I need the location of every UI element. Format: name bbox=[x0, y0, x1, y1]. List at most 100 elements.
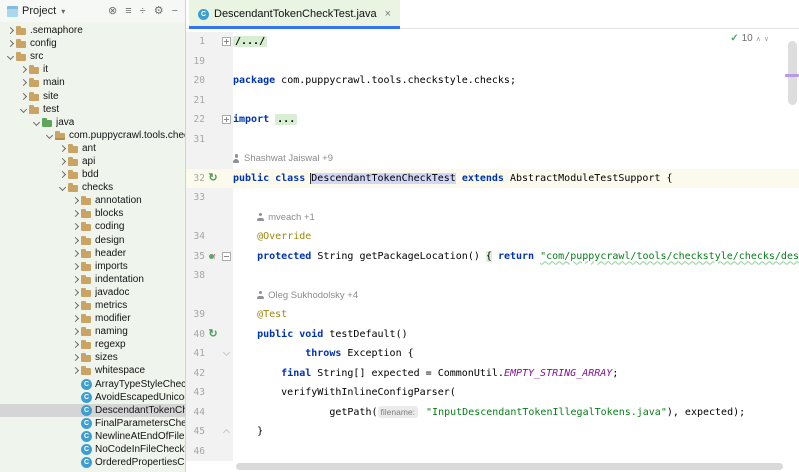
chevron-right-icon[interactable] bbox=[18, 91, 28, 101]
tree-item[interactable]: api bbox=[0, 155, 185, 168]
tree-item[interactable]: blocks bbox=[0, 207, 185, 220]
code-line[interactable]: 33 bbox=[186, 188, 799, 208]
close-tab-icon[interactable]: × bbox=[385, 8, 391, 20]
gutter[interactable]: 40↻ bbox=[186, 325, 233, 345]
overriding-method-icon[interactable]: ↑ bbox=[205, 252, 221, 261]
code-line[interactable]: 35↑ protected String getPackageLocation(… bbox=[186, 247, 799, 267]
run-test-icon[interactable]: ↻ bbox=[205, 173, 221, 184]
tree-item[interactable]: metrics bbox=[0, 299, 185, 312]
code-line[interactable]: 20package com.puppycrawl.tools.checkstyl… bbox=[186, 71, 799, 91]
tree-item[interactable]: design bbox=[0, 234, 185, 247]
tree-item[interactable]: modifier bbox=[0, 312, 185, 325]
chevron-right-icon[interactable] bbox=[18, 65, 28, 75]
code-line[interactable]: 40↻ public void testDefault() bbox=[186, 325, 799, 345]
tree-item[interactable]: imports bbox=[0, 260, 185, 273]
gutter[interactable]: 33 bbox=[186, 188, 233, 208]
gutter[interactable]: 43 bbox=[186, 383, 233, 403]
gutter[interactable]: 34 bbox=[186, 227, 233, 247]
code-line[interactable]: 21 bbox=[186, 91, 799, 111]
chevron-down-icon[interactable] bbox=[57, 183, 67, 193]
chevron-right-icon[interactable] bbox=[70, 235, 80, 245]
tree-item[interactable]: naming bbox=[0, 325, 185, 338]
fold-expand-icon[interactable] bbox=[222, 37, 231, 46]
tree-item[interactable]: src bbox=[0, 50, 185, 63]
chevron-right-icon[interactable] bbox=[5, 39, 15, 49]
horizontal-scrollbar[interactable] bbox=[236, 463, 783, 470]
code-line[interactable]: 19 bbox=[186, 52, 799, 72]
tree-item[interactable]: java bbox=[0, 116, 185, 129]
chevron-right-icon[interactable] bbox=[70, 222, 80, 232]
chevron-right-icon[interactable] bbox=[57, 143, 67, 153]
code-line[interactable]: 1/.../ bbox=[186, 32, 799, 52]
tree-item[interactable]: site bbox=[0, 89, 185, 102]
tree-item[interactable]: it bbox=[0, 63, 185, 76]
chevron-right-icon[interactable] bbox=[70, 261, 80, 271]
code-line[interactable]: 38 bbox=[186, 266, 799, 286]
chevron-right-icon[interactable] bbox=[70, 340, 80, 350]
tree-item[interactable]: header bbox=[0, 247, 185, 260]
chevron-down-icon[interactable] bbox=[44, 130, 54, 140]
gutter[interactable]: 39 bbox=[186, 305, 233, 325]
code-author-annotation[interactable]: Shashwat Jaiswal +9 bbox=[186, 149, 799, 169]
expand-all-icon[interactable]: ÷ bbox=[140, 6, 146, 17]
chevron-right-icon[interactable] bbox=[57, 156, 67, 166]
tree-item[interactable]: NewlineAtEndOfFileCheckTest bbox=[0, 430, 185, 443]
gutter[interactable]: 31 bbox=[186, 130, 233, 150]
project-tree[interactable]: .semaphoreconfigsrcitmainsitetestjavacom… bbox=[0, 22, 185, 472]
chevron-right-icon[interactable] bbox=[18, 78, 28, 88]
gutter[interactable]: 45 bbox=[186, 422, 233, 442]
tree-item[interactable]: bdd bbox=[0, 168, 185, 181]
code-line[interactable]: 34 @Override bbox=[186, 227, 799, 247]
code-author-annotation[interactable]: mveach +1 bbox=[186, 208, 799, 228]
chevron-right-icon[interactable] bbox=[70, 287, 80, 297]
gutter[interactable]: 38 bbox=[186, 266, 233, 286]
code-line[interactable]: 46 bbox=[186, 442, 799, 462]
chevron-right-icon[interactable] bbox=[70, 327, 80, 337]
tree-item[interactable]: DescendantTokenCheckTest bbox=[0, 404, 185, 417]
tree-item[interactable]: checks bbox=[0, 181, 185, 194]
code-author-annotation[interactable]: Oleg Sukhodolsky +4 bbox=[186, 286, 799, 306]
tree-item[interactable]: OrderedPropertiesCheckTest bbox=[0, 456, 185, 469]
code-line[interactable]: 22import ... bbox=[186, 110, 799, 130]
chevron-right-icon[interactable] bbox=[70, 248, 80, 258]
fold-range-icon[interactable] bbox=[222, 427, 231, 436]
prev-problem-icon[interactable]: ∧ bbox=[756, 35, 761, 43]
chevron-down-icon[interactable] bbox=[31, 117, 41, 127]
fold-range-icon[interactable] bbox=[222, 349, 231, 358]
code-editor[interactable]: 1/.../1920package com.puppycrawl.tools.c… bbox=[186, 29, 799, 472]
gutter[interactable]: 35↑ bbox=[186, 247, 233, 267]
chevron-down-icon[interactable] bbox=[18, 104, 28, 114]
tree-item[interactable]: main bbox=[0, 76, 185, 89]
hide-panel-icon[interactable]: − bbox=[172, 6, 178, 17]
gutter[interactable]: 19 bbox=[186, 52, 233, 72]
chevron-right-icon[interactable] bbox=[70, 314, 80, 324]
gutter[interactable]: 20 bbox=[186, 71, 233, 91]
chevron-down-icon[interactable] bbox=[5, 52, 15, 62]
gutter[interactable]: 32↻ bbox=[186, 169, 233, 189]
run-test-icon[interactable]: ↻ bbox=[205, 329, 221, 340]
project-title-dropdown-icon[interactable]: ▾ bbox=[61, 7, 65, 16]
chevron-right-icon[interactable] bbox=[70, 366, 80, 376]
code-line[interactable]: 44 getPath(filename: "InputDescendantTok… bbox=[186, 403, 799, 423]
inspections-widget[interactable]: ✓ 10 ∧ ∨ bbox=[728, 33, 771, 44]
project-panel-title[interactable]: Project bbox=[22, 5, 56, 17]
gutter[interactable]: 42 bbox=[186, 364, 233, 384]
tree-item[interactable]: javadoc bbox=[0, 286, 185, 299]
tree-item[interactable]: sizes bbox=[0, 351, 185, 364]
tree-item[interactable]: test bbox=[0, 103, 185, 116]
editor-tab-active[interactable]: DescendantTokenCheckTest.java × bbox=[189, 0, 400, 28]
gutter[interactable]: 21 bbox=[186, 91, 233, 111]
vertical-scrollbar-thumb[interactable] bbox=[788, 41, 797, 105]
tree-item[interactable]: indentation bbox=[0, 273, 185, 286]
fold-expand-icon[interactable] bbox=[222, 115, 231, 124]
select-opened-file-icon[interactable]: ⊗ bbox=[108, 6, 117, 17]
chevron-right-icon[interactable] bbox=[70, 301, 80, 311]
gutter[interactable]: 44 bbox=[186, 403, 233, 423]
gutter[interactable]: 1 bbox=[186, 32, 233, 52]
tree-item[interactable]: FinalParametersCheckTest bbox=[0, 417, 185, 430]
tree-item[interactable]: NoCodeInFileCheckTest bbox=[0, 443, 185, 456]
collapse-all-icon[interactable]: ≡ bbox=[125, 6, 131, 17]
code-line[interactable]: 39 @Test bbox=[186, 305, 799, 325]
code-line[interactable]: 31 bbox=[186, 130, 799, 150]
code-line[interactable]: 42 final String[] expected = CommonUtil.… bbox=[186, 364, 799, 384]
